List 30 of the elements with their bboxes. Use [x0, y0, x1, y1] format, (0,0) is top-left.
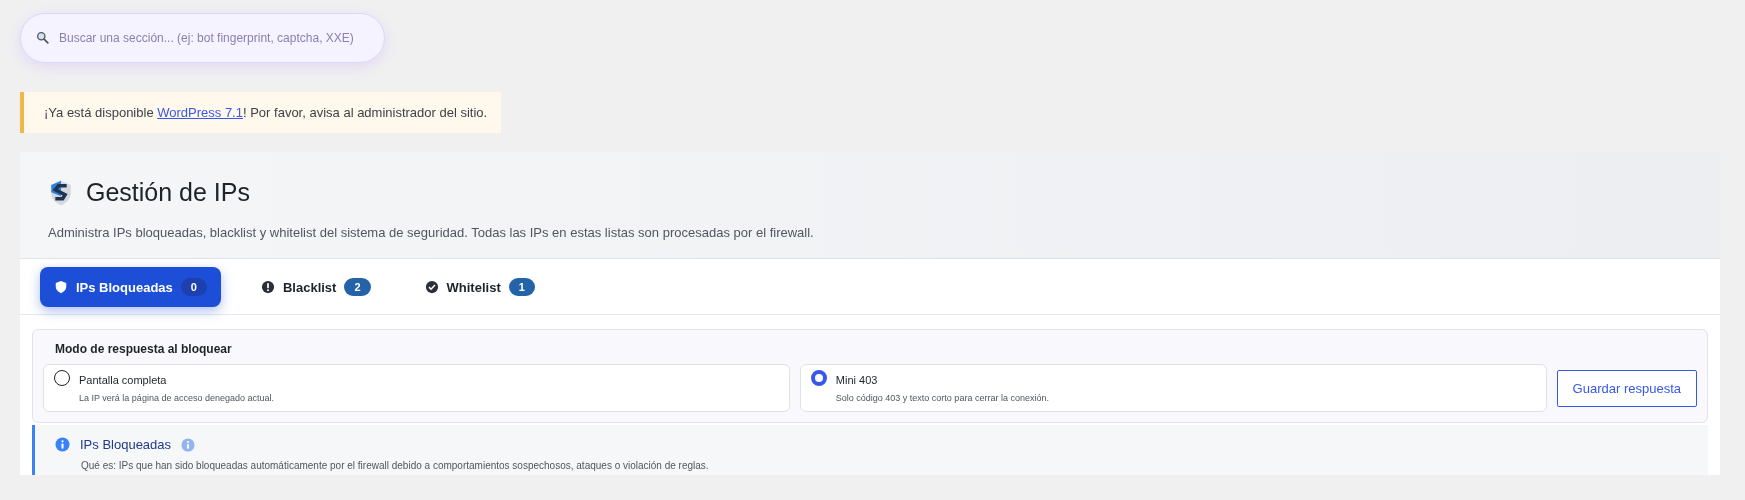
radio-option[interactable]: Mini 403 Solo código 403 y texto corto para cerrar la conexión. — [799, 364, 1547, 412]
option-description: Solo código 403 y texto corto para cerrar la conexión. — [835, 393, 1049, 403]
option-label: Mini 403 — [835, 374, 879, 386]
update-link[interactable]: WordPress 7.1 — [157, 105, 243, 120]
check-circle-icon — [424, 280, 439, 294]
info-title: IPs Bloqueadas — [80, 437, 172, 452]
radio-button[interactable] — [54, 370, 70, 386]
save-button[interactable]: Guardar respuesta — [1556, 369, 1697, 407]
count-badge: 2 — [344, 278, 371, 296]
option-label: Pantalla completa — [79, 374, 168, 386]
search-field[interactable]: Buscar una sección... (ej: bot fingerprint, captcha, XXE) — [20, 13, 385, 63]
page-title: Gestión de IPs — [86, 178, 250, 207]
tab[interactable]: IPs Bloqueadas 0 — [40, 267, 221, 307]
tab[interactable]: Whitelist 1 — [410, 267, 549, 307]
radio-button[interactable] — [810, 370, 827, 386]
info-description: Qué es: IPs que han sido bloqueadas automáticamente por el firewall debido a comportamientos sospechosos, ataques o violación de reglas. — [81, 460, 710, 471]
radio-option[interactable]: Pantalla completa La IP verá la página de acceso denegado actual. — [43, 364, 790, 412]
info-icon — [55, 437, 70, 452]
exclamation-icon — [260, 280, 275, 294]
tab[interactable]: Blacklist 2 — [246, 267, 385, 307]
section-title: Modo de respuesta al bloquear — [55, 342, 233, 356]
shield-logo-icon — [48, 178, 74, 207]
count-badge: 0 — [180, 278, 207, 296]
info-icon — [181, 437, 196, 452]
count-badge: 1 — [508, 278, 535, 296]
option-description: La IP verá la página de acceso denegado actual. — [79, 393, 274, 403]
update-notice: ¡Ya está disponible WordPress 7.1! Por favor, avisa al administrador del sitio. — [20, 92, 502, 133]
search-icon — [36, 31, 49, 44]
shield-icon — [54, 280, 68, 294]
page-description: Administra IPs bloqueadas, blacklist y whitelist del sistema de seguridad. Todas las IPs en estas listas son procesadas por el firewall. — [48, 225, 815, 240]
